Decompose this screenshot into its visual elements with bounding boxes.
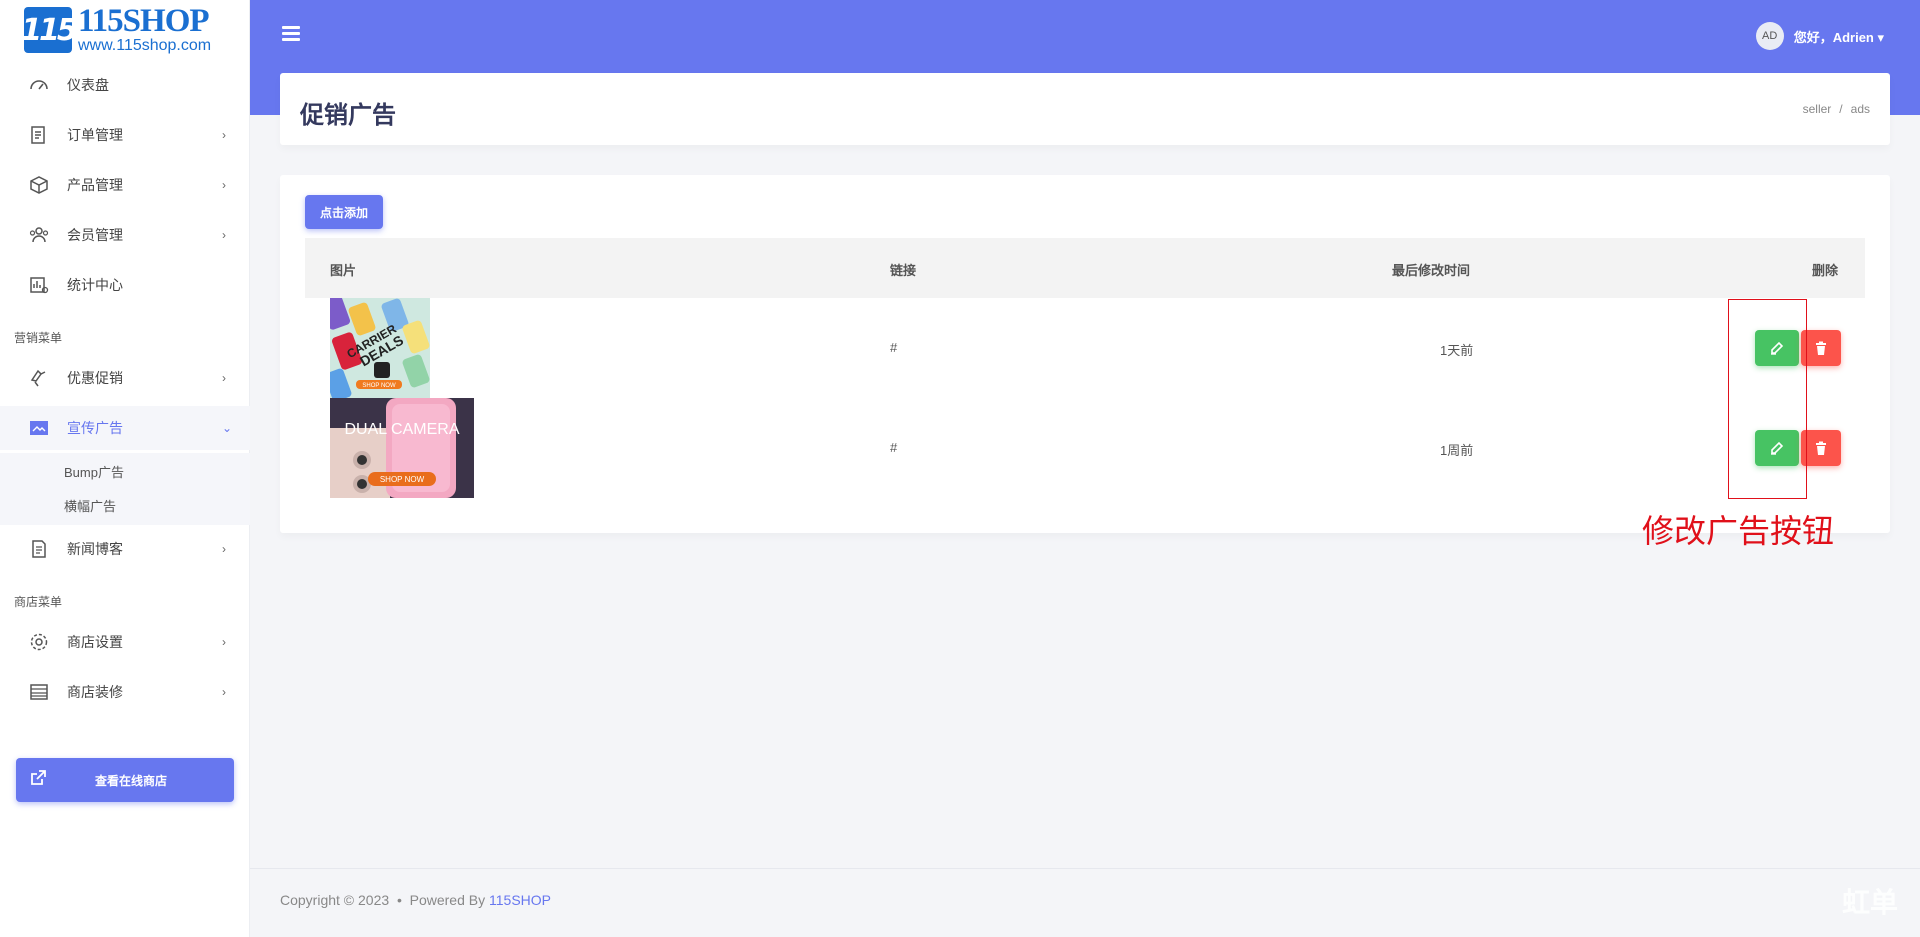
footer: Copyright © 2023 • Powered By 115SHOP <box>280 892 551 908</box>
sidebar-item-label: 新闻博客 <box>67 541 123 557</box>
delete-ad-button[interactable] <box>1801 330 1841 366</box>
page-title: 促销广告 <box>300 102 396 129</box>
trash-icon <box>1816 441 1826 455</box>
breadcrumb: seller / ads <box>1803 102 1870 116</box>
submenu-item-bump-ads[interactable]: Bump广告 <box>64 462 124 481</box>
sidebar-item-members[interactable]: 会员管理 › <box>0 213 250 257</box>
sidebar-item-label: 优惠促销 <box>67 370 123 386</box>
breadcrumb-item-seller[interactable]: seller <box>1803 102 1832 116</box>
ads-card: 点击添加 图片 链接 最后修改时间 删除 CARRIER DEALS SHOP … <box>280 175 1890 533</box>
ad-link[interactable]: # <box>890 440 897 455</box>
logo-url: www.115shop.com <box>78 37 212 54</box>
sidebar-item-stats[interactable]: 统计中心 <box>0 263 250 307</box>
annotation-label: 修改广告按钮 <box>1642 512 1835 550</box>
section-shop: 商店菜单 <box>14 595 63 609</box>
sidebar-item-dashboard[interactable]: 仪表盘 <box>0 63 250 107</box>
sidebar-item-label: 商店设置 <box>67 634 123 650</box>
members-icon <box>28 224 50 246</box>
ad-thumbnail: DUAL CAMERA SHOP NOW <box>330 398 474 498</box>
sidebar-item-products[interactable]: 产品管理 › <box>0 163 250 207</box>
watermark: 虹单 <box>1841 887 1898 918</box>
column-header-delete: 删除 <box>1812 263 1839 278</box>
sidebar-item-decoration[interactable]: 商店装修 › <box>0 670 250 714</box>
ad-thumbnail: CARRIER DEALS SHOP NOW <box>330 298 430 398</box>
column-header-image: 图片 <box>330 263 357 278</box>
sidebar-item-promotion[interactable]: 优惠促销 › <box>0 356 250 400</box>
table-row: CARRIER DEALS SHOP NOW # 1天前 <box>305 298 1865 398</box>
footer-brand-link[interactable]: 115SHOP <box>489 892 551 908</box>
stats-icon <box>28 274 50 296</box>
footer-dot: • <box>396 892 402 908</box>
avatar: AD <box>1755 22 1784 50</box>
products-icon <box>28 174 50 196</box>
trash-icon <box>1816 341 1826 355</box>
footer-copyright: Copyright © 2023 <box>280 892 390 908</box>
table-header: 图片 链接 最后修改时间 删除 <box>305 238 1865 298</box>
settings-icon <box>28 631 50 653</box>
table-row: DUAL CAMERA SHOP NOW # 1周前 <box>305 398 1865 498</box>
breadcrumb-item-ads: ads <box>1850 102 1870 116</box>
chevron-right-icon: › <box>222 685 226 699</box>
thumb-cta: SHOP NOW <box>380 475 425 484</box>
thumb-cta: SHOP NOW <box>362 383 396 389</box>
chevron-down-icon: ⌄ <box>222 421 233 435</box>
sidebar-item-label: 订单管理 <box>67 127 123 143</box>
annotation-box <box>1728 299 1807 499</box>
sidebar-item-label: 商店装修 <box>67 684 123 700</box>
logo-name: 115SHOP <box>78 3 210 39</box>
sidebar-item-label: 宣传广告 <box>67 420 123 436</box>
orders-icon <box>28 124 50 146</box>
logo[interactable]: 115 115SHOP www.115shop.com <box>21 3 230 56</box>
thumb-text-dual-camera: DUAL CAMERA <box>345 421 460 438</box>
sidebar-item-label: 统计中心 <box>67 277 123 293</box>
chevron-right-icon: › <box>222 542 226 556</box>
chevron-right-icon: › <box>222 128 226 142</box>
footer-powered-by: Powered By <box>409 892 486 908</box>
submenu-item-banner-ads[interactable]: 横幅广告 <box>64 496 116 515</box>
sidebar-item-ads[interactable]: 宣传广告 ⌄ <box>0 406 250 450</box>
column-header-modified: 最后修改时间 <box>1392 263 1471 278</box>
logo-mark: 115 <box>21 7 78 53</box>
visit-store-button[interactable]: 查看在线商店 <box>16 758 234 802</box>
visit-store-label: 查看在线商店 <box>94 773 167 788</box>
column-header-link: 链接 <box>890 263 917 278</box>
section-marketing: 营销菜单 <box>14 331 63 345</box>
sidebar: 115 115SHOP www.115shop.com 仪表盘 订单管理 › 产… <box>0 0 250 937</box>
sidebar-item-news[interactable]: 新闻博客 › <box>0 527 250 571</box>
user-menu[interactable]: AD 您好，Adrien ▾ <box>1755 22 1884 50</box>
sidebar-item-orders[interactable]: 订单管理 › <box>0 113 250 157</box>
ads-icon <box>28 417 50 439</box>
sidebar-item-label: 会员管理 <box>67 227 123 243</box>
chevron-right-icon: › <box>222 371 226 385</box>
sidebar-item-settings[interactable]: 商店设置 › <box>0 620 250 664</box>
chevron-right-icon: › <box>222 635 226 649</box>
sidebar-item-label: 仪表盘 <box>67 77 109 93</box>
page-header: 促销广告 seller / ads <box>280 73 1890 145</box>
ad-link[interactable]: # <box>890 340 897 355</box>
decoration-icon <box>28 681 50 703</box>
chevron-right-icon: › <box>222 228 226 242</box>
add-ad-button[interactable]: 点击添加 <box>305 195 383 229</box>
delete-ad-button[interactable] <box>1801 430 1841 466</box>
chevron-right-icon: › <box>222 178 226 192</box>
ad-modified-time: 1天前 <box>1440 343 1474 358</box>
sidebar-item-label: 产品管理 <box>67 177 123 193</box>
dashboard-icon <box>28 74 50 96</box>
ad-modified-time: 1周前 <box>1440 443 1474 458</box>
footer-divider <box>250 868 1920 869</box>
menu-toggle-icon[interactable] <box>282 26 300 42</box>
promotion-icon <box>28 367 50 389</box>
breadcrumb-separator: / <box>1839 102 1843 116</box>
ads-submenu: Bump广告 横幅广告 <box>0 453 250 525</box>
user-greeting: 您好，Adrien ▾ <box>1793 29 1884 45</box>
news-icon <box>28 538 50 560</box>
